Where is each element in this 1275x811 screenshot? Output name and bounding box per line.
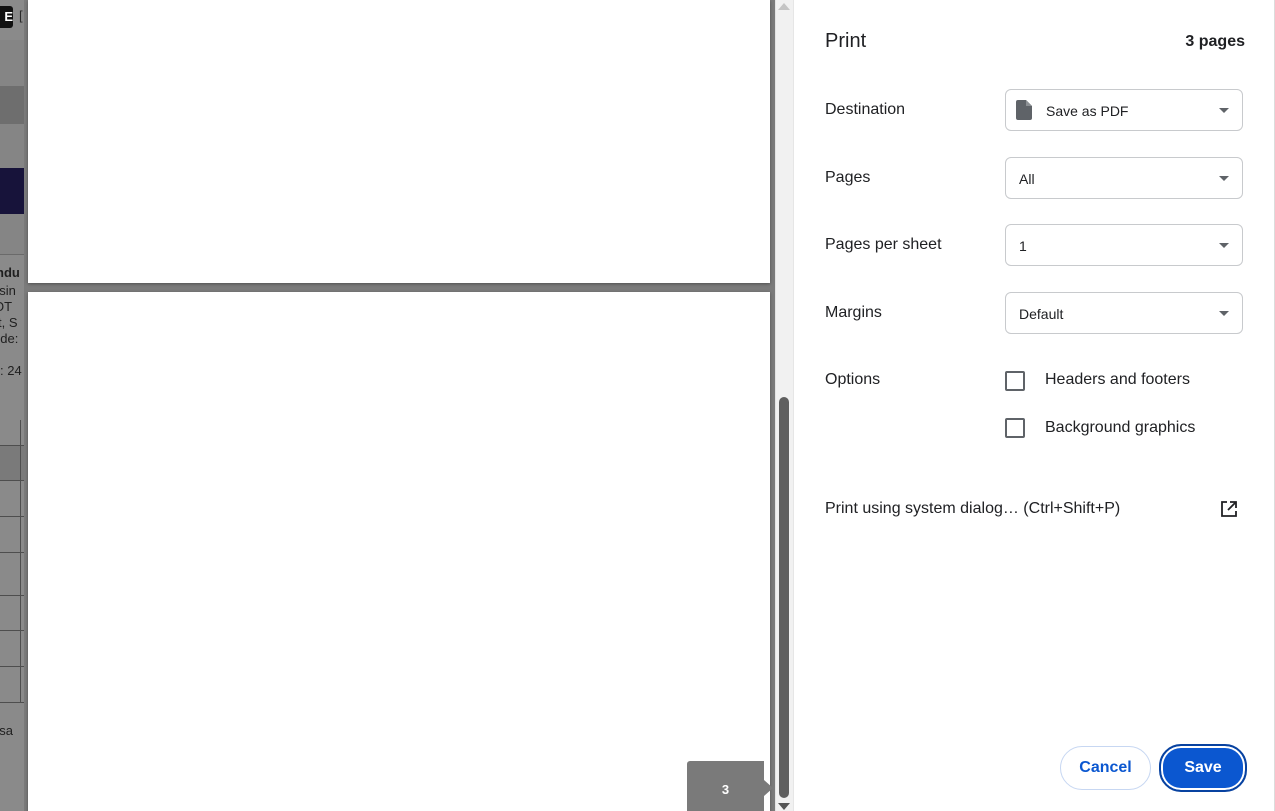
preview-scrollbar-thumb[interactable] — [779, 397, 789, 798]
pages-per-sheet-label: Pages per sheet — [825, 236, 942, 253]
scroll-up-arrow-icon[interactable] — [778, 3, 790, 10]
scroll-down-arrow-icon[interactable] — [778, 803, 790, 810]
pages-per-sheet-value: 1 — [1019, 238, 1027, 254]
destination-value: Save as PDF — [1046, 103, 1129, 119]
background-graphics-label[interactable]: Background graphics — [1045, 419, 1195, 437]
dropdown-arrow-icon — [1219, 243, 1229, 248]
background-text: OT — [0, 299, 13, 314]
destination-label: Destination — [825, 101, 906, 118]
cancel-button[interactable]: Cancel — [1060, 746, 1151, 790]
destination-select[interactable]: Save as PDF — [1005, 89, 1243, 131]
page-count: 3 pages — [1185, 33, 1245, 50]
background-graphics-checkbox[interactable] — [1005, 418, 1025, 438]
background-bracket: [ — [19, 8, 23, 23]
background-text: t, S — [0, 315, 18, 330]
page-badge-pointer — [764, 780, 773, 796]
background-text: ode: — [0, 331, 19, 346]
print-preview-area[interactable]: 3 — [24, 0, 793, 811]
headers-footers-checkbox[interactable] — [1005, 371, 1025, 391]
pages-per-sheet-select[interactable]: 1 — [1005, 224, 1243, 266]
background-text: : 24 — [0, 363, 22, 378]
print-title: Print — [825, 30, 867, 52]
options-label: Options — [825, 371, 881, 388]
background-text: ndu — [0, 265, 20, 280]
headers-footers-label[interactable]: Headers and footers — [1045, 371, 1190, 389]
pages-label: Pages — [825, 169, 871, 186]
background-text: usin — [0, 283, 16, 298]
background-logo: E — [0, 6, 13, 28]
page-number-badge: 3 — [687, 761, 764, 811]
background-table-border — [20, 420, 21, 702]
pages-value: All — [1019, 171, 1035, 187]
save-button[interactable]: Save — [1159, 744, 1247, 792]
background-text: usa — [0, 723, 13, 738]
pages-select[interactable]: All — [1005, 157, 1243, 199]
preview-page — [28, 0, 770, 283]
dropdown-arrow-icon — [1219, 108, 1229, 113]
open-in-new-icon[interactable] — [1220, 500, 1238, 518]
margins-select[interactable]: Default — [1005, 292, 1243, 334]
preview-page — [28, 292, 770, 811]
system-dialog-link[interactable]: Print using system dialog… (Ctrl+Shift+P… — [825, 500, 1120, 518]
margins-value: Default — [1019, 306, 1064, 322]
dropdown-arrow-icon — [1219, 311, 1229, 316]
margins-label: Margins — [825, 304, 882, 321]
file-icon — [1016, 100, 1032, 120]
print-preview-window: E [ ndu usin OT t, S ode: : 24 usa 3 Pri… — [0, 0, 1275, 811]
dropdown-arrow-icon — [1219, 176, 1229, 181]
print-settings-panel: Print 3 pages Destination Save as PDF Pa… — [793, 0, 1275, 811]
